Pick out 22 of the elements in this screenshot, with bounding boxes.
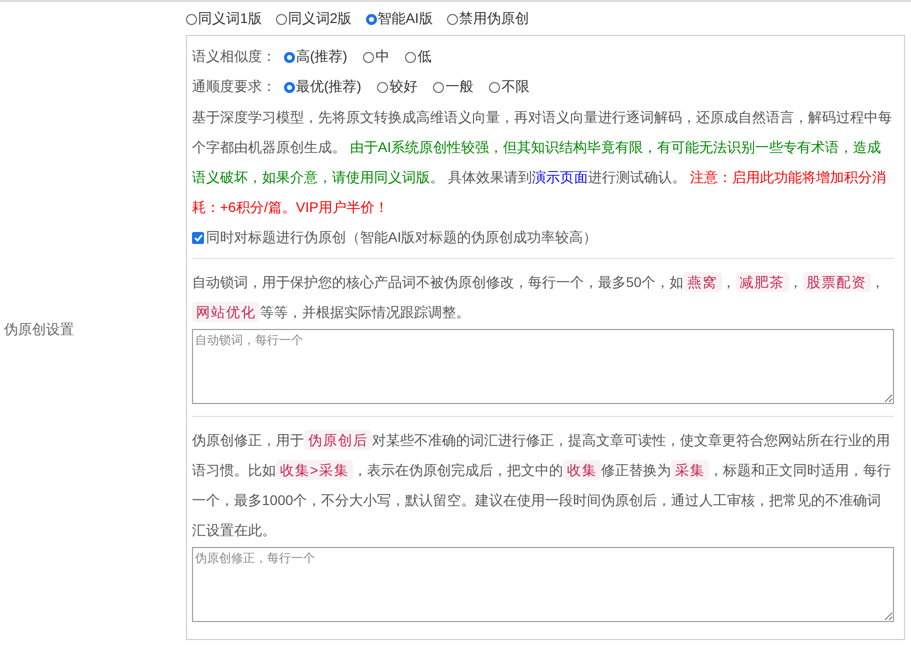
description-text: 伪原创修正，用于 伪原创后 对某些不准确的词汇进行修正，提高文章可读性，使文章更符合您网站所在行业的用语习惯。比如 收集>采集 ，表示在伪原创完成后，把文中的 收集 修正替换为 采集 ，标题和正文同时适用，每行一个，最多1000个，不分大小写，默认留空。建议在使用一段时间伪原创后，通过人工审核，把常见的不准确词汇设置在此。 xyxy=(192,429,892,540)
radio-option[interactable]: 低 xyxy=(405,48,432,66)
section-label: 伪原创设置 xyxy=(4,321,74,339)
description-text: 基于深度学习模型，先将原文转换成高维语义向量，再对语义向量进行逐词解码，还原成自然语言，解码过程中每个字都由机器原创生成。 由于AI系统原创性较强，但其知识结构毕竟有限，有可能无法识别一些专有术语，造成语义破坏，如果介意，请使用同义词版。 具体效果请到演示页面进行测试确认。 注意：启用此功能将增加积分消耗：+6积分/篇。VIP用户半价！ xyxy=(192,108,893,217)
check-icon xyxy=(194,234,202,242)
radio-option[interactable]: 不限 xyxy=(489,78,530,96)
radio-option[interactable]: 禁用伪原创 xyxy=(446,10,529,28)
radio-option[interactable]: 同义词2版 xyxy=(276,10,352,28)
radio-option[interactable]: 较好 xyxy=(377,78,418,96)
radio-option[interactable]: 智能AI版 xyxy=(366,10,433,28)
setting-label: 通顺度要求： xyxy=(192,78,276,96)
radio-option[interactable]: 高(推荐) xyxy=(284,48,348,66)
demo-page-link[interactable]: 演示页面 xyxy=(532,169,588,185)
radio-option[interactable]: 最优(推荐) xyxy=(284,78,362,96)
setting-label: 语义相似度： xyxy=(192,48,276,66)
title-checkbox[interactable]: 同时对标题进行伪原创（智能AI版对标题的伪原创成功率较高） xyxy=(192,222,894,254)
lock-words-field[interactable]: 自动锁词，每行一个 xyxy=(192,329,894,404)
radio-option[interactable]: 同义词1版 xyxy=(186,10,262,28)
radio-option[interactable]: 一般 xyxy=(433,78,474,96)
corrections-field[interactable]: 伪原创修正，每行一个 xyxy=(192,547,894,622)
radio-option[interactable]: 中 xyxy=(363,48,390,66)
description-text: 自动锁词，用于保护您的核心产品词不被伪原创修改，每行一个，最多50个，如 燕窝 ， 减肥茶 ， 股票配资 ， 网站优化 等等，并根据实际情况跟踪调整。 xyxy=(192,271,886,324)
